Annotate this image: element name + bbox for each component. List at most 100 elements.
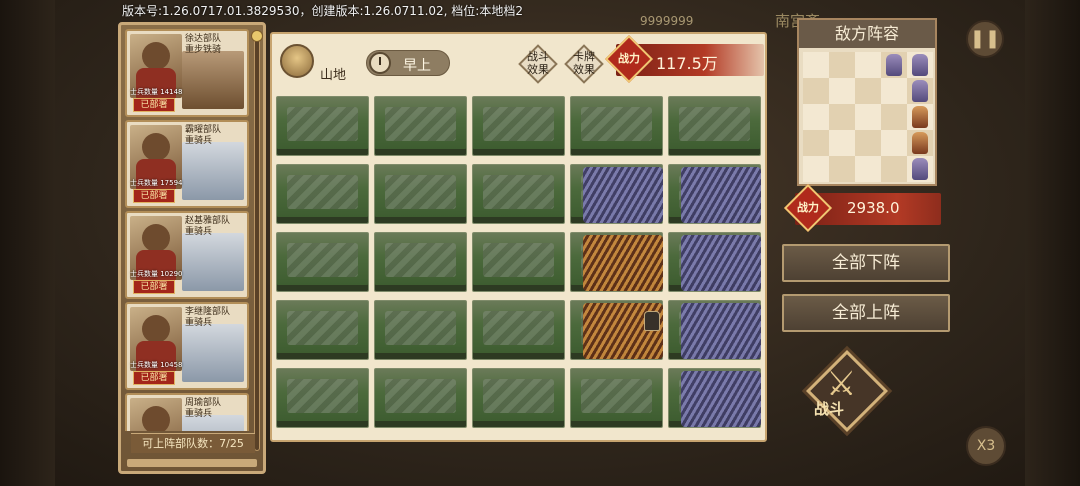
enemy-power-banner: 战力 2938.0 xyxy=(783,183,941,233)
enemy-unit-icon xyxy=(886,54,902,76)
formation-tile[interactable] xyxy=(472,164,565,224)
troop-formation[interactable] xyxy=(583,235,663,291)
unit-name: 赵基雅部队 xyxy=(185,216,231,226)
troop-image xyxy=(182,51,244,109)
formation-tile[interactable] xyxy=(276,300,369,360)
left-frame xyxy=(0,0,55,486)
formation-tile[interactable] xyxy=(374,164,467,224)
formation-tile[interactable] xyxy=(472,96,565,156)
game-screen: 版本号:1.26.0717.01.3829530，创建版本:1.26.0711.… xyxy=(0,0,1080,486)
formation-tile[interactable] xyxy=(570,232,663,292)
our-power-value: 117.5万 xyxy=(656,54,718,73)
unit-card[interactable]: 周瑜部队 重骑兵 xyxy=(125,393,249,431)
pause-icon: ❚❚ xyxy=(969,28,1001,49)
battle-button[interactable]: ⚔ 战斗 xyxy=(805,349,889,433)
deployed-badge: 已部署 xyxy=(133,189,175,203)
commander-icon xyxy=(644,311,660,331)
formation-tile[interactable] xyxy=(668,368,761,428)
enemy-lineup-title: 敌方阵容 xyxy=(799,20,935,48)
formation-tile[interactable] xyxy=(570,96,663,156)
enemy-unit-icon xyxy=(912,54,928,76)
power-badge-label: 战力 xyxy=(618,52,640,65)
troop-formation[interactable] xyxy=(681,303,761,359)
unit-type: 重骑兵 xyxy=(185,227,213,237)
pause-button[interactable]: ❚❚ xyxy=(966,20,1004,58)
unit-roster-panel: 徐达部队 重步铁骑 士兵数量 14148 已部署 霸曜部队 重骑兵 士兵数量 1… xyxy=(118,22,266,474)
unit-name: 周瑜部队 xyxy=(185,398,222,408)
enemy-power-value: 2938.0 xyxy=(847,199,900,217)
formation-tile[interactable] xyxy=(472,232,565,292)
unit-card[interactable]: 霸曜部队 重骑兵 士兵数量 17594 已部署 xyxy=(125,120,249,208)
time-of-day-indicator[interactable]: 早上 xyxy=(366,50,450,76)
enemy-unit-icon xyxy=(912,158,928,180)
formation-grid xyxy=(276,96,763,436)
time-of-day-label: 早上 xyxy=(403,58,431,74)
card-effect-button[interactable]: 卡牌 效果 xyxy=(564,44,604,84)
formation-tile[interactable] xyxy=(374,368,467,428)
formation-tile[interactable] xyxy=(374,300,467,360)
formation-tile[interactable] xyxy=(276,164,369,224)
deploy-capacity: 可上阵部队数：7/25 xyxy=(131,433,255,453)
terrain-icon[interactable] xyxy=(280,44,314,78)
roster-scrollbar[interactable] xyxy=(251,30,263,451)
unit-type: 重骑兵 xyxy=(185,409,213,419)
battle-effect-label: 战斗 效果 xyxy=(527,50,549,76)
enemy-formation-grid xyxy=(803,52,933,182)
enemy-unit-icon xyxy=(912,106,928,128)
power-badge-label: 战力 xyxy=(797,201,819,214)
board-header: 山地 早上 战斗 效果 卡牌 效果 战力 117.5万 xyxy=(276,34,764,84)
scroll-knob[interactable] xyxy=(251,30,263,42)
right-frame xyxy=(1025,0,1080,486)
troop-image xyxy=(182,233,244,291)
battle-formation-board: 山地 早上 战斗 效果 卡牌 效果 战力 117.5万 xyxy=(270,32,767,442)
troop-count: 士兵数量 14148 xyxy=(130,88,183,96)
card-effect-label: 卡牌 效果 xyxy=(573,50,595,76)
general-portrait xyxy=(130,398,182,431)
unit-roster-list[interactable]: 徐达部队 重步铁骑 士兵数量 14148 已部署 霸曜部队 重骑兵 士兵数量 1… xyxy=(125,29,253,431)
our-power-banner: 战力 117.5万 xyxy=(604,34,764,84)
unit-name: 霸曜部队 xyxy=(185,125,222,135)
formation-tile[interactable] xyxy=(570,368,663,428)
battle-label: 战斗 xyxy=(814,400,845,418)
troop-formation[interactable] xyxy=(681,235,761,291)
unit-type: 重步铁骑 xyxy=(185,45,222,55)
unit-type: 重骑兵 xyxy=(185,318,213,328)
unit-name: 徐达部队 xyxy=(185,34,222,44)
gold-amount: 9999999 xyxy=(640,14,694,28)
withdraw-all-button[interactable]: 全部下阵 xyxy=(782,244,950,282)
speed-button[interactable]: X3 xyxy=(966,426,1006,466)
unit-card[interactable]: 赵基雅部队 重骑兵 士兵数量 10290 已部署 xyxy=(125,211,249,299)
unit-card[interactable]: 徐达部队 重步铁骑 士兵数量 14148 已部署 xyxy=(125,29,249,117)
unit-name: 李继隆部队 xyxy=(185,307,231,317)
formation-tile[interactable] xyxy=(276,368,369,428)
roster-bottom-bar xyxy=(127,459,257,467)
formation-tile[interactable] xyxy=(668,300,761,360)
version-info: 版本号:1.26.0717.01.3829530，创建版本:1.26.0711.… xyxy=(122,4,523,18)
unit-type: 重骑兵 xyxy=(185,136,213,146)
formation-tile[interactable] xyxy=(668,96,761,156)
formation-tile[interactable] xyxy=(570,164,663,224)
enemy-lineup-panel: 敌方阵容 xyxy=(797,18,937,186)
deployed-badge: 已部署 xyxy=(133,98,175,112)
formation-tile[interactable] xyxy=(374,96,467,156)
formation-tile[interactable] xyxy=(668,164,761,224)
formation-tile[interactable] xyxy=(472,300,565,360)
troop-formation[interactable] xyxy=(681,167,761,223)
formation-tile[interactable] xyxy=(472,368,565,428)
deployed-badge: 已部署 xyxy=(133,280,175,294)
terrain-label: 山地 xyxy=(320,68,347,83)
troop-formation[interactable] xyxy=(583,167,663,223)
formation-tile[interactable] xyxy=(276,96,369,156)
troop-count: 士兵数量 10290 xyxy=(130,270,183,278)
formation-tile[interactable] xyxy=(276,232,369,292)
battle-effect-button[interactable]: 战斗 效果 xyxy=(518,44,558,84)
enemy-unit-icon xyxy=(912,132,928,154)
formation-tile[interactable] xyxy=(570,300,663,360)
formation-tile[interactable] xyxy=(374,232,467,292)
troop-formation[interactable] xyxy=(681,371,761,427)
troop-count: 士兵数量 10458 xyxy=(130,361,183,369)
deploy-all-button[interactable]: 全部上阵 xyxy=(782,294,950,332)
deployed-badge: 已部署 xyxy=(133,371,175,385)
formation-tile[interactable] xyxy=(668,232,761,292)
unit-card[interactable]: 李继隆部队 重骑兵 士兵数量 10458 已部署 xyxy=(125,302,249,390)
